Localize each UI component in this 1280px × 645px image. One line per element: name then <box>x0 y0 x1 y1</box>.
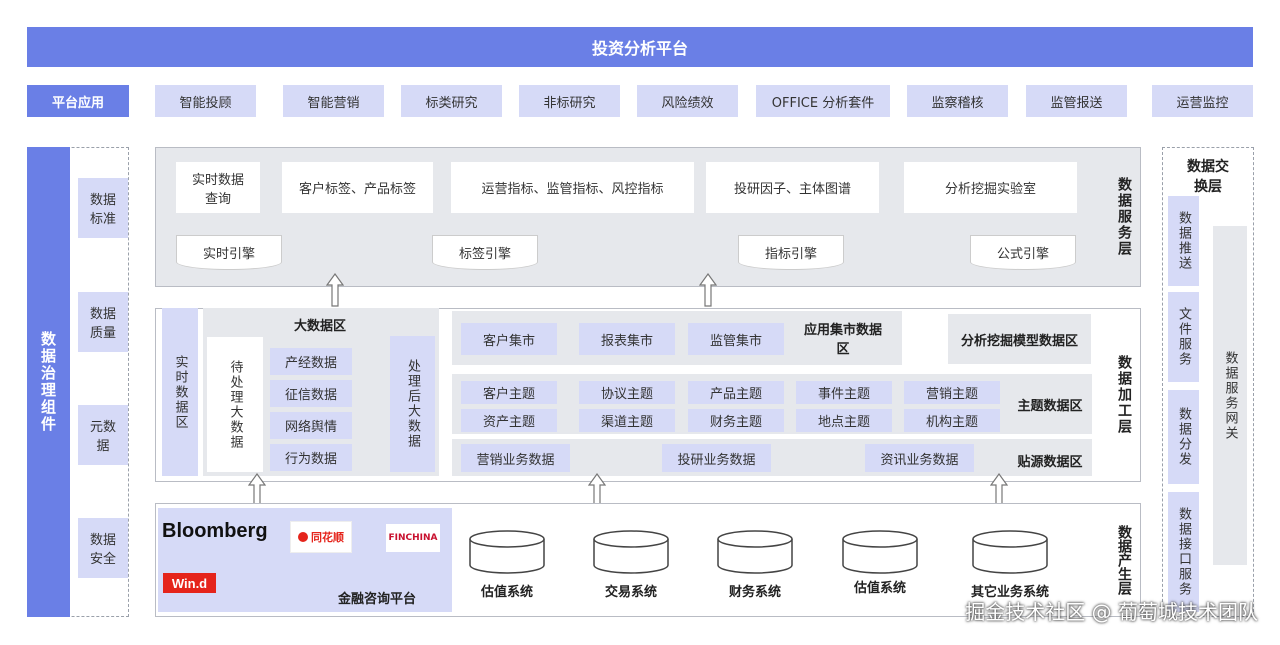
source-research-data[interactable]: 投研业务数据 <box>662 444 771 472</box>
exchange-item-distribute[interactable]: 数据分发 <box>1168 390 1199 484</box>
service-box-tags[interactable]: 客户标签、产品标签 <box>282 162 433 213</box>
tonghuashun-mark-icon <box>298 532 308 542</box>
app-regulatory-report[interactable]: 监管报送 <box>1026 85 1127 117</box>
engine-tag[interactable]: 标签引擎 <box>432 235 538 270</box>
processing-layer-title: 数据加工层 <box>1116 355 1132 435</box>
exchange-item-distribute-label: 数据分发 <box>1176 407 1191 467</box>
watermark: 掘金技术社区 @ 葡萄城技术团队 <box>965 600 1258 624</box>
mart-customer[interactable]: 客户集市 <box>461 323 557 355</box>
tonghuashun-logo: 同花顺 <box>290 521 352 553</box>
governance-item-metadata[interactable]: 元数据 <box>78 405 128 465</box>
exchange-item-file[interactable]: 文件服务 <box>1168 292 1199 382</box>
mining-model-zone[interactable]: 分析挖掘模型数据区 <box>948 314 1091 364</box>
platform-title: 投资分析平台 <box>591 39 688 58</box>
database-icon <box>469 530 545 574</box>
finchina-text: FINCHINA <box>388 533 438 543</box>
database-icon <box>842 530 918 574</box>
app-risk-performance[interactable]: 风险绩效 <box>637 85 738 117</box>
service-box-mining-lab[interactable]: 分析挖掘实验室 <box>904 162 1077 213</box>
realtime-data-zone-label: 实时数据区 <box>172 354 188 430</box>
mart-regulatory[interactable]: 监管集市 <box>688 323 784 355</box>
platform-apps-label: 平台应用 <box>27 85 129 117</box>
platform-title-banner: 投资分析平台 <box>27 27 1253 67</box>
source-zone-label: 贴源数据区 <box>1017 454 1083 470</box>
database-icon <box>972 530 1048 574</box>
subject-location[interactable]: 地点主题 <box>796 409 892 432</box>
app-audit[interactable]: 监察稽核 <box>907 85 1008 117</box>
exchange-item-interface-label: 数据接口服务 <box>1176 507 1191 597</box>
subject-event[interactable]: 事件主题 <box>796 381 892 404</box>
bigdata-item-sentiment[interactable]: 网络舆情 <box>270 412 352 439</box>
arrow-up-icon <box>248 473 266 507</box>
bigdata-item-behavior[interactable]: 行为数据 <box>270 444 352 471</box>
database-icon <box>593 530 669 574</box>
subject-customer[interactable]: 客户主题 <box>461 381 557 404</box>
engine-formula[interactable]: 公式引擎 <box>970 235 1076 270</box>
system-valuation[interactable]: 估值系统 <box>457 580 557 600</box>
subject-finance[interactable]: 财务主题 <box>688 409 784 432</box>
exchange-item-file-label: 文件服务 <box>1176 307 1191 367</box>
governance-item-quality[interactable]: 数据质量 <box>78 292 128 352</box>
bloomberg-logo: Bloomberg <box>162 520 268 542</box>
data-service-gateway-label: 数据服务网关 <box>1222 350 1238 441</box>
subject-product[interactable]: 产品主题 <box>688 381 784 404</box>
tonghuashun-text: 同花顺 <box>311 531 344 544</box>
engine-realtime[interactable]: 实时引擎 <box>176 235 282 270</box>
vendor-platform-label: 金融咨询平台 <box>338 592 417 607</box>
source-marketing-data[interactable]: 营销业务数据 <box>461 444 570 472</box>
database-icon <box>717 530 793 574</box>
subject-organization[interactable]: 机构主题 <box>904 409 1000 432</box>
service-layer-title: 数据服务层 <box>1116 177 1132 257</box>
system-finance[interactable]: 财务系统 <box>705 580 805 600</box>
arrow-up-icon <box>326 273 344 307</box>
bigdata-zone-title: 大数据区 <box>293 318 346 334</box>
finchina-logo: FINCHINA <box>386 524 440 552</box>
data-service-gateway[interactable]: 数据服务网关 <box>1213 226 1247 565</box>
app-ops-monitor[interactable]: 运营监控 <box>1152 85 1253 117</box>
exchange-item-interface[interactable]: 数据接口服务 <box>1168 492 1199 612</box>
app-smart-marketing[interactable]: 智能营销 <box>283 85 384 117</box>
app-office-suite[interactable]: OFFICE 分析套件 <box>756 85 890 117</box>
arrow-up-icon <box>699 273 717 307</box>
wind-logo: Win.d <box>163 573 216 593</box>
system-trading[interactable]: 交易系统 <box>581 580 681 600</box>
service-layer-title-wrap: 数据服务层 <box>1108 147 1140 287</box>
subject-zone-label: 主题数据区 <box>1017 398 1083 414</box>
system-valuation-2[interactable]: 估值系统 <box>830 576 930 596</box>
service-box-factors[interactable]: 投研因子、主体图谱 <box>706 162 879 213</box>
pending-bigdata[interactable]: 待处理大数据 <box>207 337 263 472</box>
exchange-item-push-label: 数据推送 <box>1176 211 1191 271</box>
service-box-realtime-query[interactable]: 实时数据查询 <box>176 162 260 213</box>
app-smart-advisor[interactable]: 智能投顾 <box>155 85 256 117</box>
arrow-up-icon <box>588 473 606 507</box>
processed-bigdata[interactable]: 处理后大数据 <box>390 336 435 472</box>
exchange-item-push[interactable]: 数据推送 <box>1168 196 1199 286</box>
governance-title-bar: 数据治理组件 <box>27 147 70 617</box>
production-layer-title: 数据产生层 <box>1116 525 1132 595</box>
governance-item-security[interactable]: 数据安全 <box>78 518 128 578</box>
realtime-data-zone[interactable]: 实时数据区 <box>162 308 198 476</box>
app-standard-research[interactable]: 标类研究 <box>401 85 502 117</box>
source-info-data[interactable]: 资讯业务数据 <box>865 444 974 472</box>
processed-bigdata-label: 处理后大数据 <box>405 359 420 449</box>
subject-asset[interactable]: 资产主题 <box>461 409 557 432</box>
mart-zone-label: 应用集市数据区 <box>803 323 882 357</box>
governance-title: 数据治理组件 <box>39 331 57 433</box>
subject-agreement[interactable]: 协议主题 <box>579 381 675 404</box>
subject-marketing[interactable]: 营销主题 <box>904 381 1000 404</box>
processing-layer-title-wrap: 数据加工层 <box>1108 308 1140 482</box>
app-nonstandard-research[interactable]: 非标研究 <box>519 85 620 117</box>
governance-item-standard[interactable]: 数据标准 <box>78 178 128 238</box>
engine-indicator[interactable]: 指标引擎 <box>738 235 844 270</box>
pending-bigdata-label: 待处理大数据 <box>227 359 243 450</box>
bigdata-item-credit[interactable]: 征信数据 <box>270 380 352 407</box>
service-box-indicators[interactable]: 运营指标、监管指标、风控指标 <box>451 162 694 213</box>
arrow-up-icon <box>990 473 1008 507</box>
bigdata-item-industry[interactable]: 产经数据 <box>270 348 352 375</box>
exchange-title: 数据交换层 <box>1187 159 1229 195</box>
subject-channel[interactable]: 渠道主题 <box>579 409 675 432</box>
mart-report[interactable]: 报表集市 <box>579 323 675 355</box>
